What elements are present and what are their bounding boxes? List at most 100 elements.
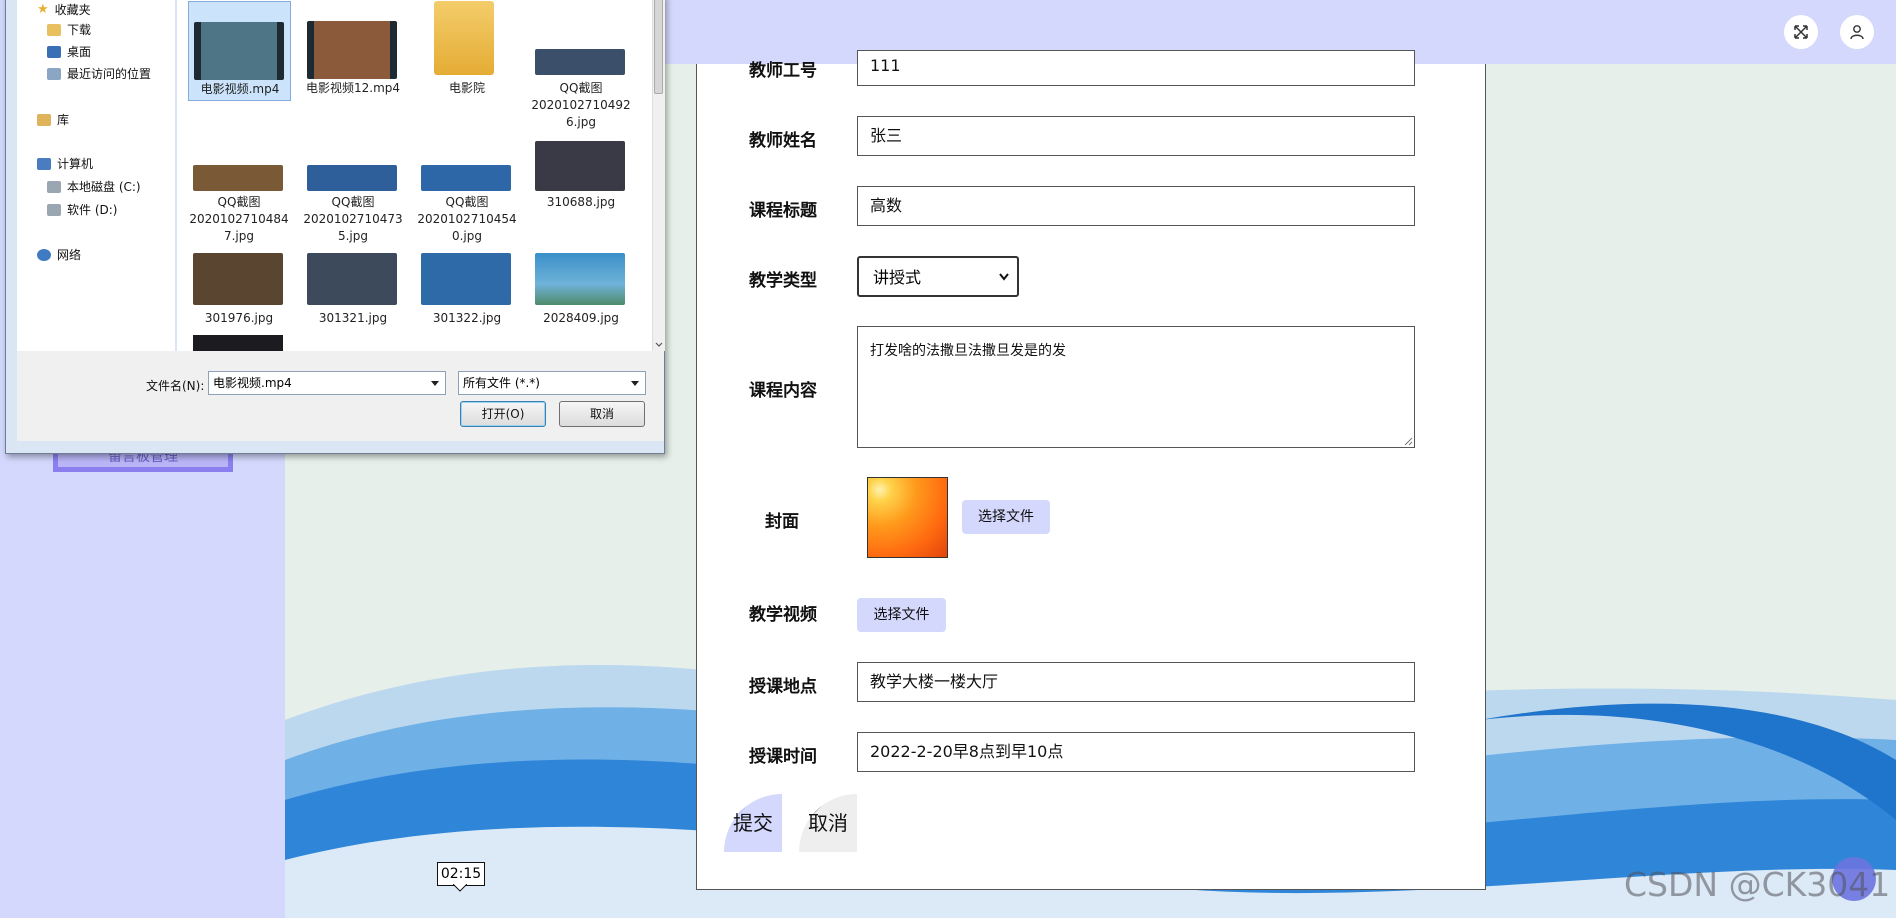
folder-icon bbox=[434, 1, 494, 75]
file-item[interactable]: QQ截图 2020102710473 5.jpg bbox=[302, 135, 405, 245]
file-type-value: 所有文件 (*.*) bbox=[463, 376, 540, 390]
video-label: 教学视频 bbox=[749, 605, 817, 625]
file-name-line3: 6.jpg bbox=[565, 115, 597, 129]
file-name-line1: QQ截图 bbox=[331, 195, 375, 209]
file-item[interactable]: 310688.jpg bbox=[530, 135, 633, 215]
open-button[interactable]: 打开(O) bbox=[460, 401, 546, 427]
file-item[interactable]: 电影院 bbox=[416, 1, 519, 101]
dialog-cancel-button[interactable]: 取消 bbox=[559, 401, 645, 427]
file-item-selected[interactable]: 电影视频.mp4 bbox=[188, 1, 291, 101]
drive-icon bbox=[47, 203, 61, 216]
computer-icon bbox=[37, 157, 51, 170]
file-type-select[interactable]: 所有文件 (*.*) bbox=[458, 371, 646, 395]
nav-recent[interactable]: 最近访问的位置 bbox=[47, 65, 151, 82]
file-item[interactable]: 301322.jpg bbox=[416, 249, 519, 329]
image-thumbnail bbox=[193, 253, 283, 305]
file-name-line3: 5.jpg bbox=[337, 229, 369, 243]
location-input[interactable]: 教学大楼一楼大厅 bbox=[857, 662, 1415, 702]
image-thumbnail bbox=[307, 253, 397, 305]
file-name-line3: 7.jpg bbox=[223, 229, 255, 243]
dropdown-arrow-icon[interactable] bbox=[631, 381, 639, 386]
cover-choose-file-button[interactable]: 选择文件 bbox=[962, 500, 1050, 534]
file-name: 301321.jpg bbox=[318, 311, 388, 325]
file-name-line1: QQ截图 bbox=[217, 195, 261, 209]
video-thumbnail bbox=[194, 22, 284, 80]
teach-type-value: 讲授式 bbox=[873, 268, 922, 287]
image-thumbnail bbox=[535, 141, 625, 191]
teacher-id-input[interactable]: 111 bbox=[857, 50, 1415, 86]
dropdown-arrow-icon[interactable] bbox=[431, 381, 439, 386]
file-name: 310688.jpg bbox=[546, 195, 616, 209]
image-thumbnail bbox=[193, 165, 283, 191]
user-button[interactable] bbox=[1840, 15, 1874, 49]
file-item[interactable]: 301976.jpg bbox=[188, 249, 291, 329]
file-item[interactable]: 301321.jpg bbox=[302, 249, 405, 329]
schedule-label: 授课时间 bbox=[749, 747, 817, 767]
teach-type-select[interactable]: 讲授式 bbox=[857, 256, 1019, 297]
file-open-dialog: ★ 收藏夹 下载 桌面 最近访问的位置 库 计算机 本地磁盘 (C:) 软件 (… bbox=[5, 0, 665, 454]
recent-places-icon bbox=[47, 67, 61, 80]
file-name-line2: 2020102710454 bbox=[417, 212, 517, 226]
nav-computer[interactable]: 计算机 bbox=[37, 155, 93, 172]
nav-drive-c[interactable]: 本地磁盘 (C:) bbox=[47, 178, 141, 195]
file-item[interactable]: QQ截图 2020102710484 7.jpg bbox=[188, 135, 291, 245]
file-name: 301322.jpg bbox=[432, 311, 502, 325]
file-name-line1: QQ截图 bbox=[445, 195, 489, 209]
file-item[interactable]: QQ截图 2020102710454 0.jpg bbox=[416, 135, 519, 245]
nav-downloads[interactable]: 下载 bbox=[47, 21, 91, 38]
drive-icon bbox=[47, 180, 61, 193]
folder-icon bbox=[47, 23, 61, 36]
chevron-down-icon bbox=[999, 273, 1009, 281]
time-tooltip: 02:15 bbox=[437, 862, 485, 886]
file-name-line1: QQ截图 bbox=[559, 81, 603, 95]
star-icon: ★ bbox=[37, 2, 49, 17]
file-name-label: 文件名(N): bbox=[146, 379, 205, 393]
user-icon bbox=[1850, 25, 1864, 40]
resize-handle-icon[interactable] bbox=[1403, 436, 1413, 446]
dialog-scrollbar[interactable] bbox=[652, 0, 665, 351]
tooltip-pointer-icon bbox=[453, 884, 467, 892]
file-name-value: 电影视频.mp4 bbox=[213, 376, 292, 390]
image-thumbnail bbox=[535, 49, 625, 75]
fullscreen-button[interactable] bbox=[1784, 15, 1818, 49]
nav-network[interactable]: 网络 bbox=[37, 246, 81, 263]
teach-type-label: 教学类型 bbox=[749, 271, 817, 291]
schedule-input[interactable]: 2022-2-20早8点到早10点 bbox=[857, 732, 1415, 772]
file-name: 电影视频.mp4 bbox=[200, 82, 280, 96]
course-content-textarea[interactable]: 打发啥的法撒旦法撒旦发是的发 bbox=[857, 326, 1415, 448]
file-item[interactable]: 2028409.jpg bbox=[530, 249, 633, 329]
teacher-name-input[interactable]: 张三 bbox=[857, 116, 1415, 156]
nav-favorites[interactable]: ★ 收藏夹 bbox=[37, 1, 91, 18]
nav-library[interactable]: 库 bbox=[37, 111, 69, 128]
course-title-label: 课程标题 bbox=[749, 201, 817, 221]
image-thumbnail bbox=[421, 253, 511, 305]
video-choose-file-button[interactable]: 选择文件 bbox=[857, 598, 946, 632]
expand-arrows-icon bbox=[1794, 25, 1808, 39]
file-item[interactable]: 电影视频12.mp4 bbox=[302, 1, 405, 101]
file-name-line2: 2020102710492 bbox=[531, 98, 631, 112]
desktop-icon bbox=[47, 45, 61, 58]
dialog-nav-pane: ★ 收藏夹 下载 桌面 最近访问的位置 库 计算机 本地磁盘 (C:) 软件 (… bbox=[17, 0, 175, 351]
network-icon bbox=[37, 248, 51, 261]
watermark: CSDN @CK3041 bbox=[1624, 865, 1891, 904]
nav-drive-d[interactable]: 软件 (D:) bbox=[47, 201, 117, 218]
file-name: 2028409.jpg bbox=[543, 311, 619, 325]
teacher-name-label: 教师姓名 bbox=[749, 131, 817, 151]
video-thumbnail bbox=[307, 21, 397, 79]
image-thumbnail bbox=[307, 165, 397, 191]
file-name-input[interactable]: 电影视频.mp4 bbox=[208, 371, 446, 395]
nav-desktop[interactable]: 桌面 bbox=[47, 43, 91, 60]
file-name: 电影院 bbox=[448, 81, 485, 95]
file-name-line2: 2020102710484 bbox=[189, 212, 289, 226]
course-title-input[interactable]: 高数 bbox=[857, 186, 1415, 226]
dialog-footer bbox=[17, 351, 664, 441]
scrollbar-thumb[interactable] bbox=[654, 0, 663, 94]
course-content-label: 课程内容 bbox=[749, 381, 817, 401]
dialog-file-list: 电影视频.mp4 电影视频12.mp4 电影院 QQ截图 20201027104… bbox=[177, 0, 652, 351]
location-label: 授课地点 bbox=[749, 677, 817, 697]
scroll-down-icon[interactable] bbox=[654, 341, 664, 349]
image-thumbnail bbox=[193, 335, 283, 351]
file-item[interactable]: QQ截图 2020102710492 6.jpg bbox=[530, 1, 633, 131]
file-name: 电影视频12.mp4 bbox=[305, 81, 401, 95]
image-thumbnail bbox=[421, 165, 511, 191]
